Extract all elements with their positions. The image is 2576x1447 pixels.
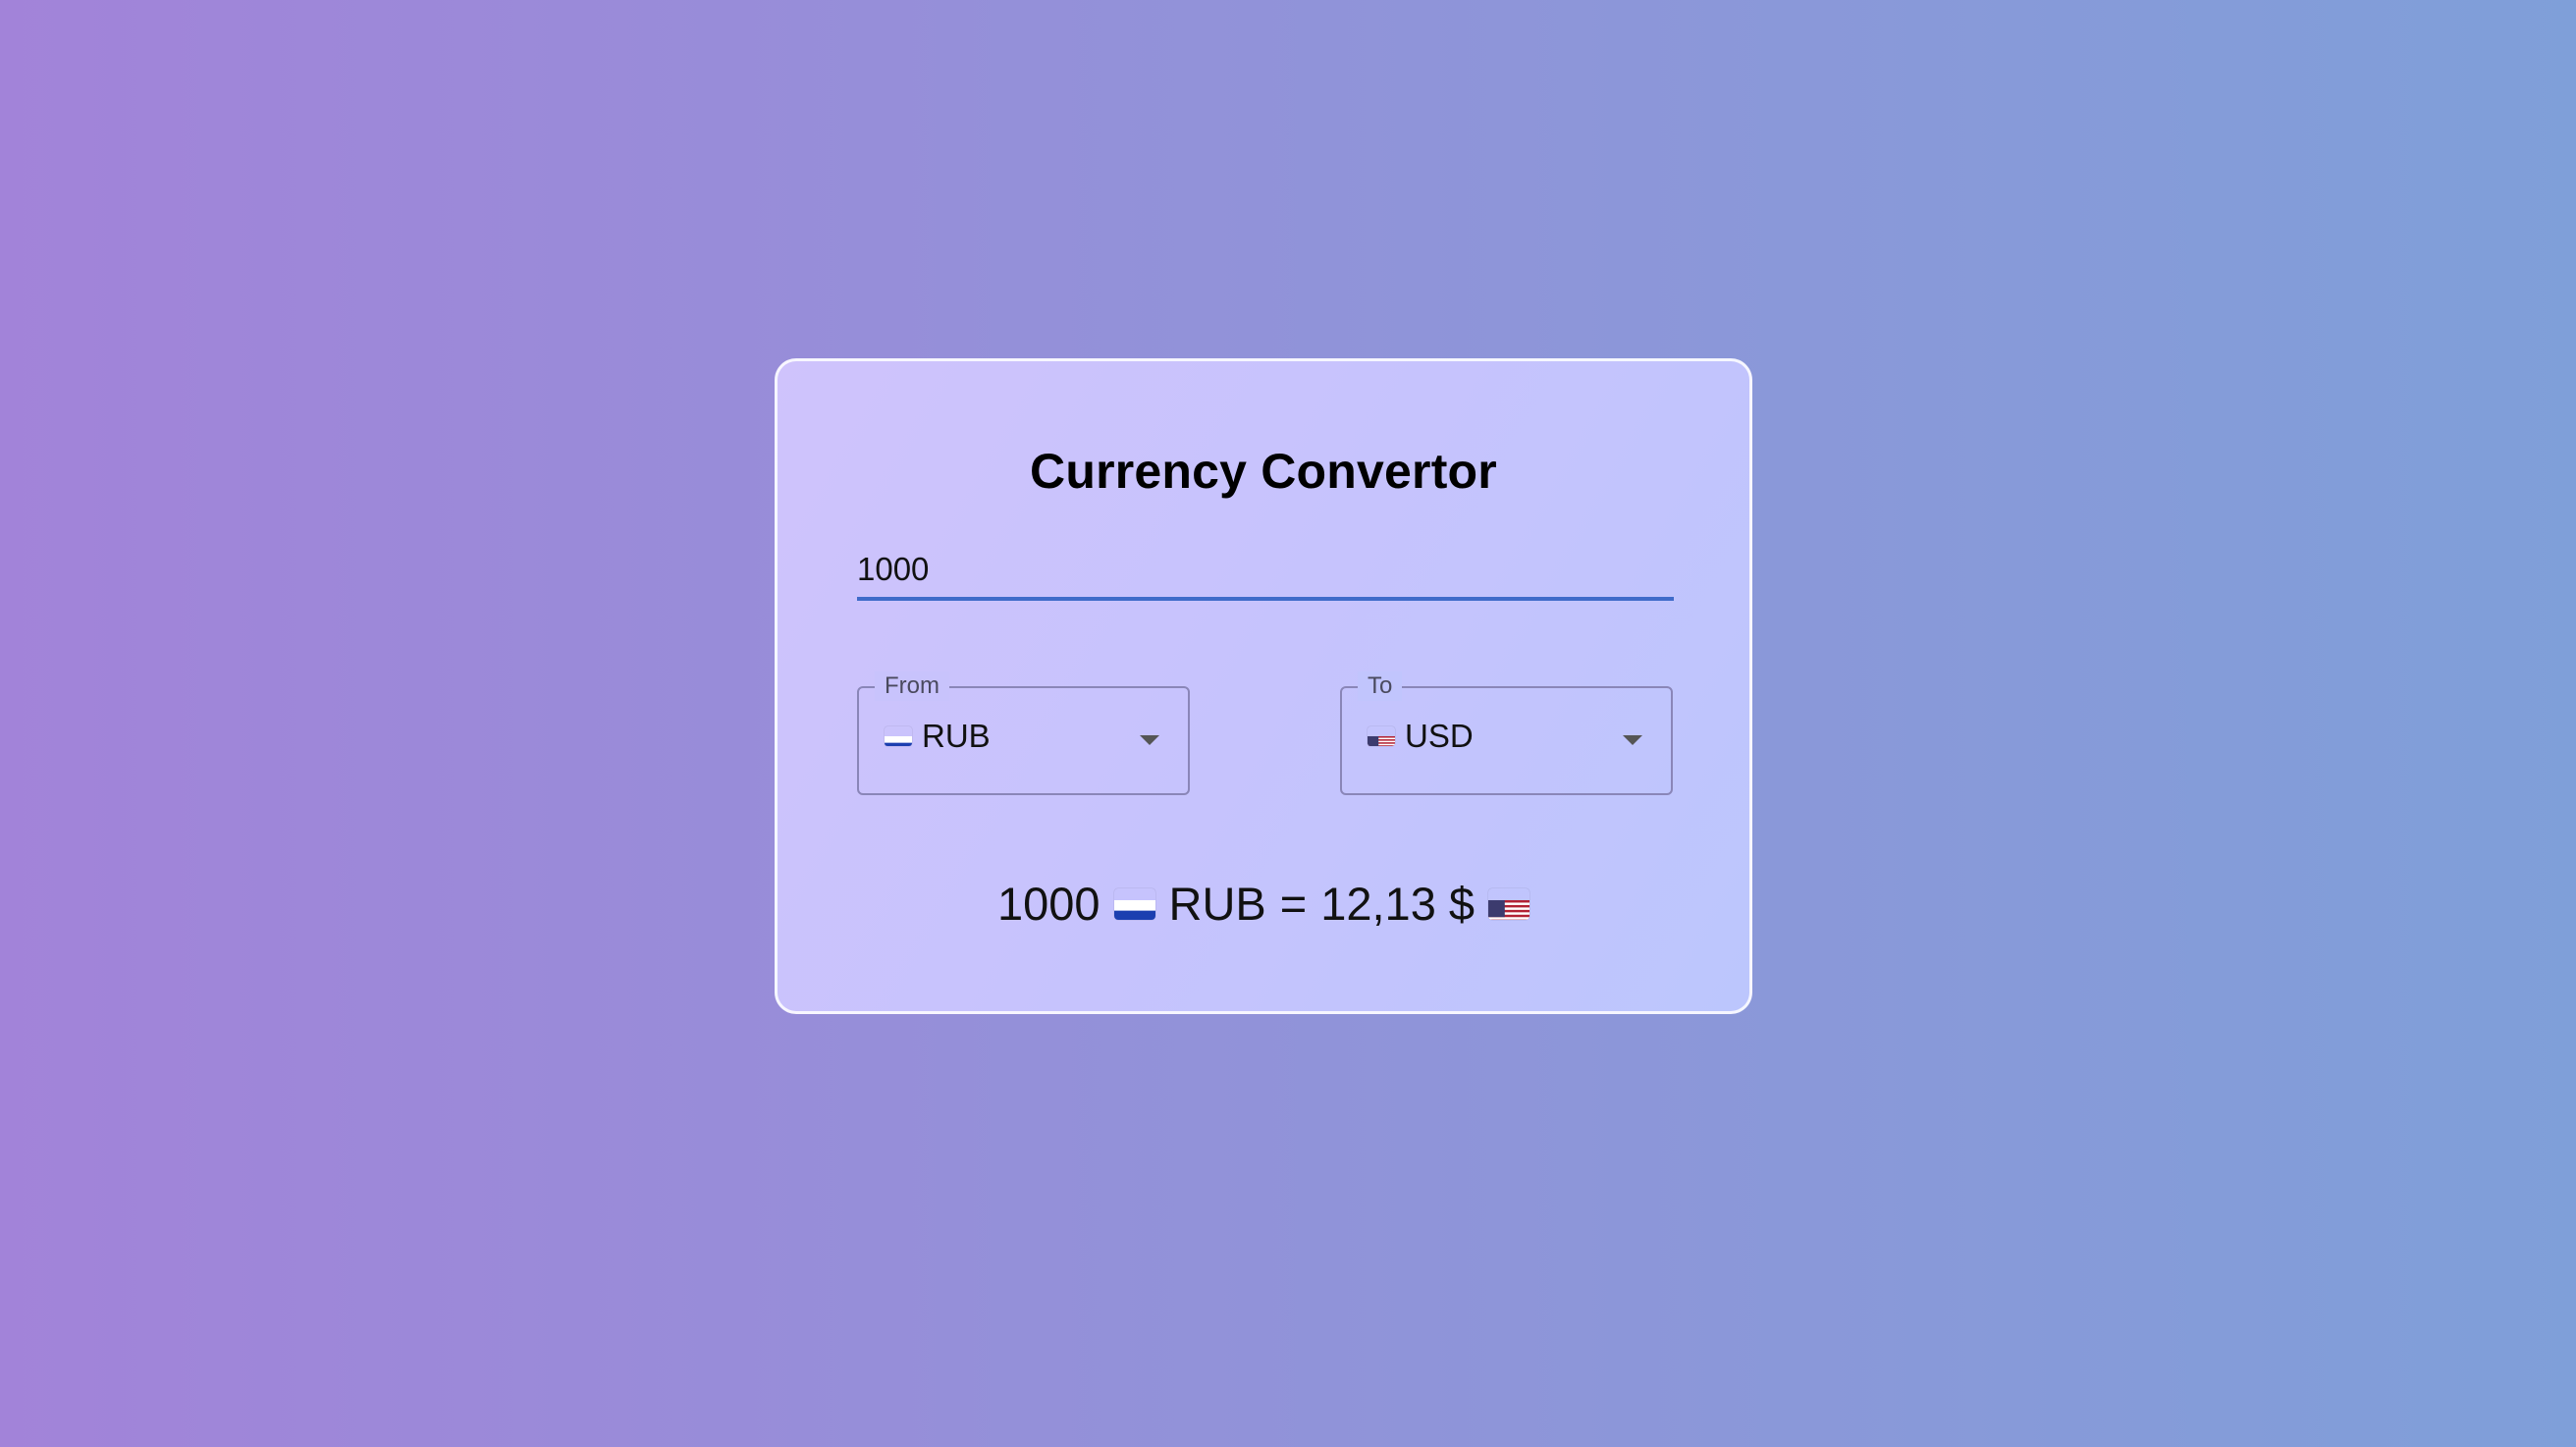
amount-field[interactable] — [857, 546, 1674, 601]
result-equals: = — [1279, 878, 1308, 930]
to-currency-code: USD — [1405, 718, 1474, 754]
result-converted: 12,13 $ — [1320, 878, 1476, 930]
result-from-currency: RUB — [1168, 878, 1266, 930]
russia-flag-icon — [1113, 888, 1155, 920]
from-label: From — [875, 671, 949, 701]
from-selected-value: RUB — [885, 718, 991, 755]
converter-card: Currency Convertor From RUB To — [775, 358, 1752, 1014]
chevron-down-icon[interactable] — [1140, 735, 1159, 745]
to-label: To — [1358, 671, 1403, 701]
to-currency-select[interactable]: To USD — [1340, 671, 1673, 795]
page-title: Currency Convertor — [1030, 444, 1497, 499]
from-currency-select[interactable]: From RUB — [857, 671, 1190, 795]
usa-flag-icon — [1368, 726, 1395, 746]
russia-flag-icon — [885, 726, 912, 746]
from-currency-code: RUB — [922, 718, 991, 754]
amount-input[interactable] — [857, 546, 1674, 593]
chevron-down-icon[interactable] — [1623, 735, 1642, 745]
to-selected-value: USD — [1368, 718, 1474, 755]
result-amount: 1000 — [996, 878, 1100, 930]
conversion-result: 1000 RUB = 12,13 $ — [778, 877, 1749, 931]
usa-flag-icon — [1488, 888, 1530, 920]
